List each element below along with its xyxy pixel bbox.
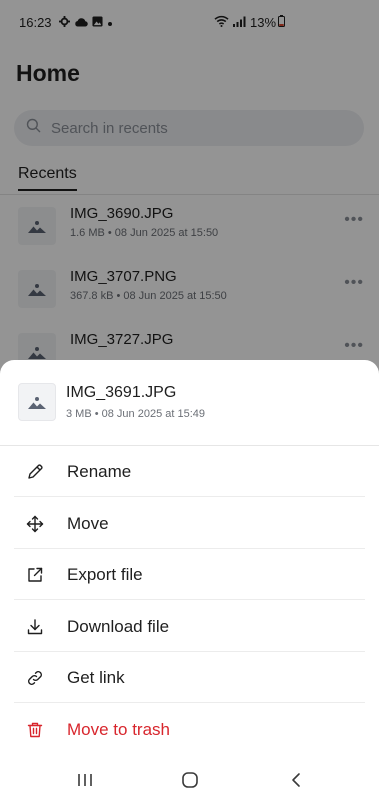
file-actions-sheet: IMG_3691.JPG 3 MB • 08 Jun 2025 at 15:49… xyxy=(0,360,379,800)
sheet-file-meta: 3 MB • 08 Jun 2025 at 15:49 xyxy=(66,408,206,420)
download-file-button[interactable]: Download file xyxy=(0,601,379,652)
pencil-icon xyxy=(25,462,45,482)
move-label: Move xyxy=(67,513,109,533)
export-file-label: Export file xyxy=(67,564,143,584)
image-icon xyxy=(18,383,56,421)
download-icon xyxy=(25,617,45,637)
export-icon xyxy=(25,565,45,585)
rename-button[interactable]: Rename xyxy=(0,446,379,497)
move-button[interactable]: Move xyxy=(0,498,379,549)
export-file-button[interactable]: Export file xyxy=(0,549,379,600)
link-icon xyxy=(25,668,45,688)
system-nav-bar xyxy=(0,760,379,800)
sheet-file-header: IMG_3691.JPG 3 MB • 08 Jun 2025 at 15:49 xyxy=(18,380,363,426)
move-to-trash-button[interactable]: Move to trash xyxy=(0,704,379,755)
get-link-label: Get link xyxy=(67,667,125,687)
move-arrows-icon xyxy=(25,514,45,534)
get-link-button[interactable]: Get link xyxy=(0,652,379,703)
home-nav-icon[interactable] xyxy=(178,768,202,792)
download-file-label: Download file xyxy=(67,616,170,636)
trash-icon xyxy=(25,720,45,740)
sheet-file-name: IMG_3691.JPG xyxy=(66,384,177,401)
rename-label: Rename xyxy=(67,461,132,481)
move-to-trash-label: Move to trash xyxy=(67,719,170,739)
back-nav-icon[interactable] xyxy=(284,768,308,792)
recents-nav-icon[interactable] xyxy=(73,768,97,792)
